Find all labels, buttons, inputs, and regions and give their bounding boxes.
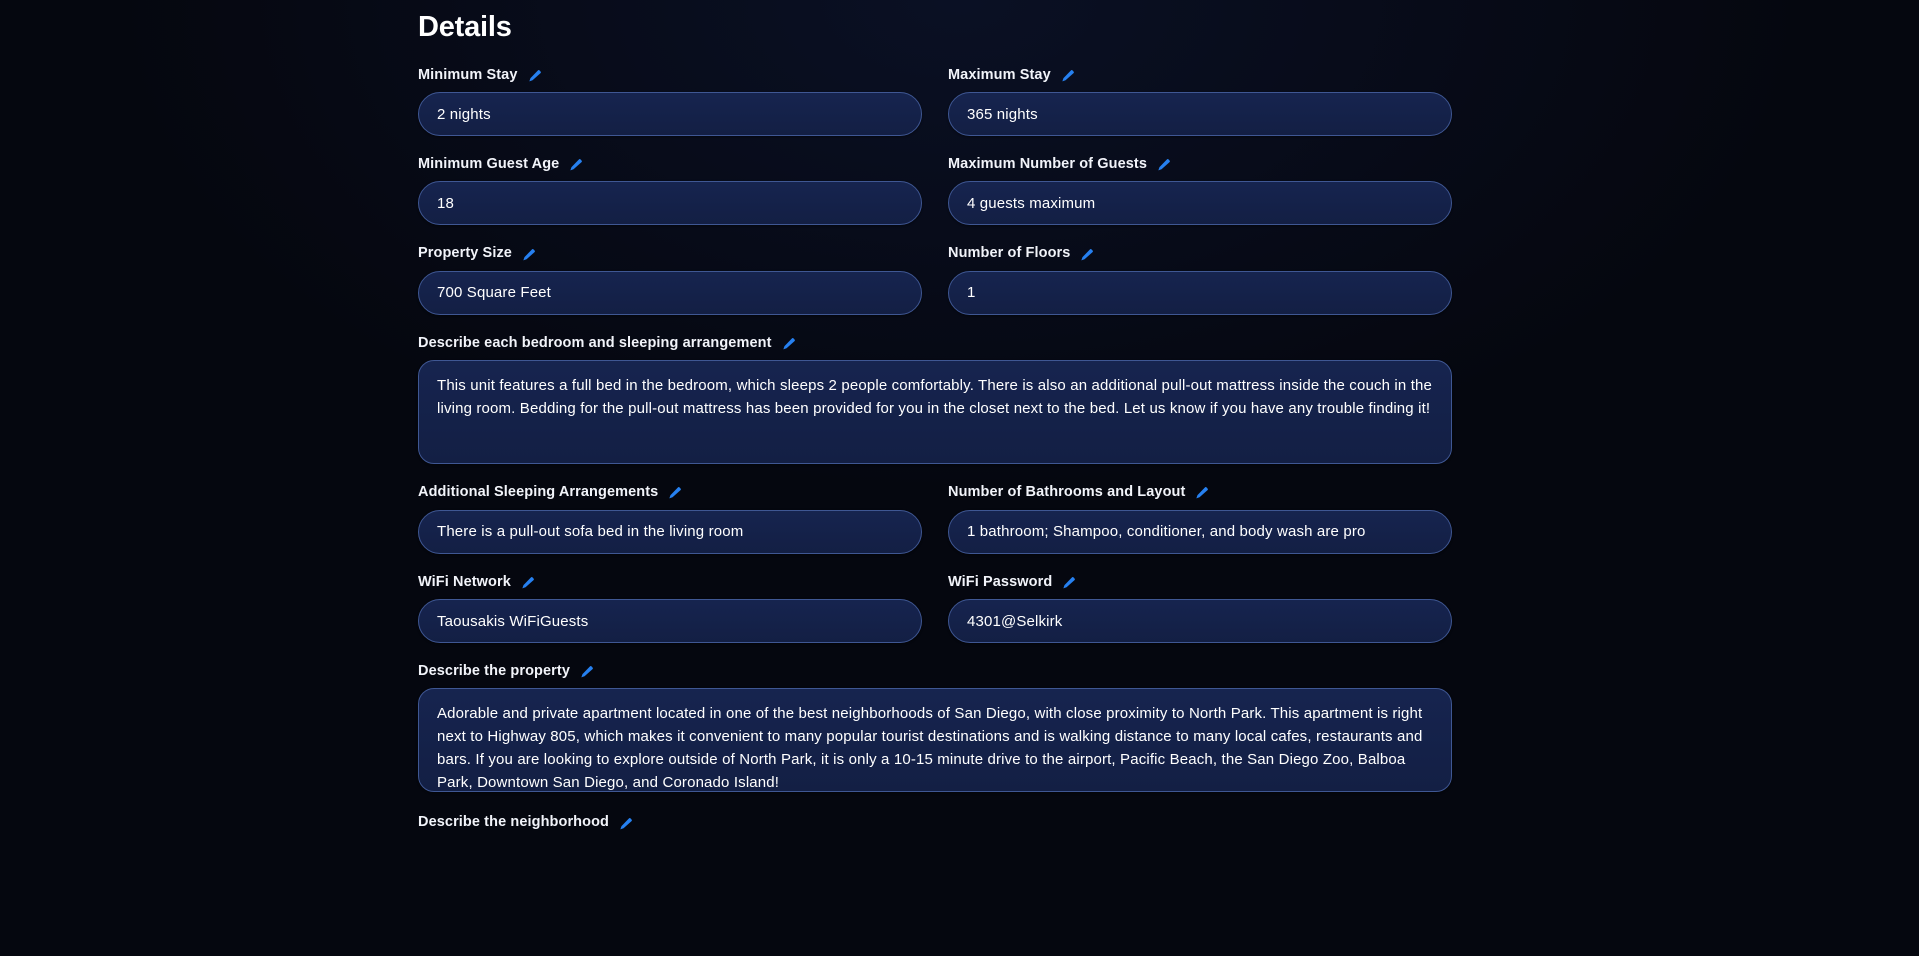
pencil-icon[interactable] bbox=[618, 817, 633, 832]
bedroom-description-textarea[interactable]: This unit features a full bed in the bed… bbox=[418, 360, 1452, 465]
pencil-icon[interactable] bbox=[520, 576, 535, 591]
minimum-stay-label-text: Minimum Stay bbox=[418, 66, 518, 83]
wifi-network-input[interactable] bbox=[418, 599, 922, 644]
field-label-maximum-stay: Maximum Stay bbox=[948, 67, 1452, 84]
field-label-minimum-stay: Minimum Stay bbox=[418, 67, 922, 84]
field-label-wifi-network: WiFi Network bbox=[418, 574, 922, 591]
field-number-of-floors: Number of Floors bbox=[948, 245, 1452, 315]
bathrooms-and-layout-input[interactable] bbox=[948, 509, 1452, 554]
field-minimum-guest-age: Minimum Guest Age bbox=[418, 156, 922, 226]
maximum-number-of-guests-label-text: Maximum Number of Guests bbox=[948, 156, 1147, 173]
field-label-property-size: Property Size bbox=[418, 245, 922, 262]
number-of-floors-input[interactable] bbox=[948, 270, 1452, 315]
property-description-label-text: Describe the property bbox=[418, 663, 570, 680]
property-size-input[interactable] bbox=[418, 270, 922, 315]
wifi-password-label-text: WiFi Password bbox=[948, 573, 1053, 590]
pencil-icon[interactable] bbox=[527, 69, 542, 84]
field-property-size: Property Size bbox=[418, 245, 922, 315]
field-property-description: Describe the property Adorable and priva… bbox=[418, 663, 1452, 793]
maximum-number-of-guests-input[interactable] bbox=[948, 181, 1452, 226]
pencil-icon[interactable] bbox=[781, 337, 796, 352]
field-label-bathrooms-and-layout: Number of Bathrooms and Layout bbox=[948, 484, 1452, 501]
pencil-icon[interactable] bbox=[521, 248, 536, 263]
neighborhood-description-label-text: Describe the neighborhood bbox=[418, 814, 610, 831]
maximum-stay-label-text: Maximum Stay bbox=[948, 66, 1051, 83]
maximum-stay-input[interactable] bbox=[948, 92, 1452, 137]
field-maximum-number-of-guests: Maximum Number of Guests bbox=[948, 156, 1452, 226]
pencil-icon[interactable] bbox=[1079, 248, 1094, 263]
wifi-password-input[interactable] bbox=[948, 599, 1452, 644]
field-label-number-of-floors: Number of Floors bbox=[948, 245, 1452, 262]
pencil-icon[interactable] bbox=[1060, 69, 1075, 84]
pencil-icon[interactable] bbox=[579, 665, 594, 680]
field-label-property-description: Describe the property bbox=[418, 663, 1452, 680]
field-wifi-network: WiFi Network bbox=[418, 574, 922, 644]
field-label-bedroom-description: Describe each bedroom and sleeping arran… bbox=[418, 335, 1452, 352]
field-bathrooms-and-layout: Number of Bathrooms and Layout bbox=[948, 484, 1452, 554]
field-wifi-password: WiFi Password bbox=[948, 574, 1452, 644]
wifi-network-label-text: WiFi Network bbox=[418, 573, 511, 590]
field-label-minimum-guest-age: Minimum Guest Age bbox=[418, 156, 922, 173]
pencil-icon[interactable] bbox=[1194, 486, 1209, 501]
page-title: Details bbox=[418, 11, 512, 43]
fields-grid: Minimum Stay Maximum Stay bbox=[418, 47, 1453, 840]
minimum-guest-age-label-text: Minimum Guest Age bbox=[418, 156, 560, 173]
field-label-additional-sleeping-arrangements: Additional Sleeping Arrangements bbox=[418, 484, 922, 501]
minimum-stay-input[interactable] bbox=[418, 92, 922, 137]
property-size-label-text: Property Size bbox=[418, 245, 512, 262]
field-label-neighborhood-description: Describe the neighborhood bbox=[418, 814, 1452, 831]
number-of-floors-label-text: Number of Floors bbox=[948, 245, 1071, 262]
field-maximum-stay: Maximum Stay bbox=[948, 67, 1452, 137]
field-bedroom-description: Describe each bedroom and sleeping arran… bbox=[418, 335, 1452, 465]
field-additional-sleeping-arrangements: Additional Sleeping Arrangements bbox=[418, 484, 922, 554]
bedroom-description-label-text: Describe each bedroom and sleeping arran… bbox=[418, 334, 772, 351]
property-description-textarea[interactable]: Adorable and private apartment located i… bbox=[418, 688, 1452, 793]
field-label-maximum-number-of-guests: Maximum Number of Guests bbox=[948, 156, 1452, 173]
field-label-wifi-password: WiFi Password bbox=[948, 574, 1452, 591]
additional-sleeping-arrangements-input[interactable] bbox=[418, 509, 922, 554]
bathrooms-and-layout-label-text: Number of Bathrooms and Layout bbox=[948, 484, 1186, 501]
pencil-icon[interactable] bbox=[1156, 158, 1171, 173]
pencil-icon[interactable] bbox=[568, 158, 583, 173]
pencil-icon[interactable] bbox=[667, 486, 682, 501]
field-minimum-stay: Minimum Stay bbox=[418, 67, 922, 137]
details-page: Details Minimum Stay Maximum Stay bbox=[0, 0, 1919, 956]
field-neighborhood-description: Describe the neighborhood bbox=[418, 814, 1452, 839]
additional-sleeping-arrangements-label-text: Additional Sleeping Arrangements bbox=[418, 484, 659, 501]
minimum-guest-age-input[interactable] bbox=[418, 181, 922, 226]
pencil-icon[interactable] bbox=[1061, 576, 1076, 591]
details-form: Details Minimum Stay Maximum Stay bbox=[418, 0, 1453, 840]
